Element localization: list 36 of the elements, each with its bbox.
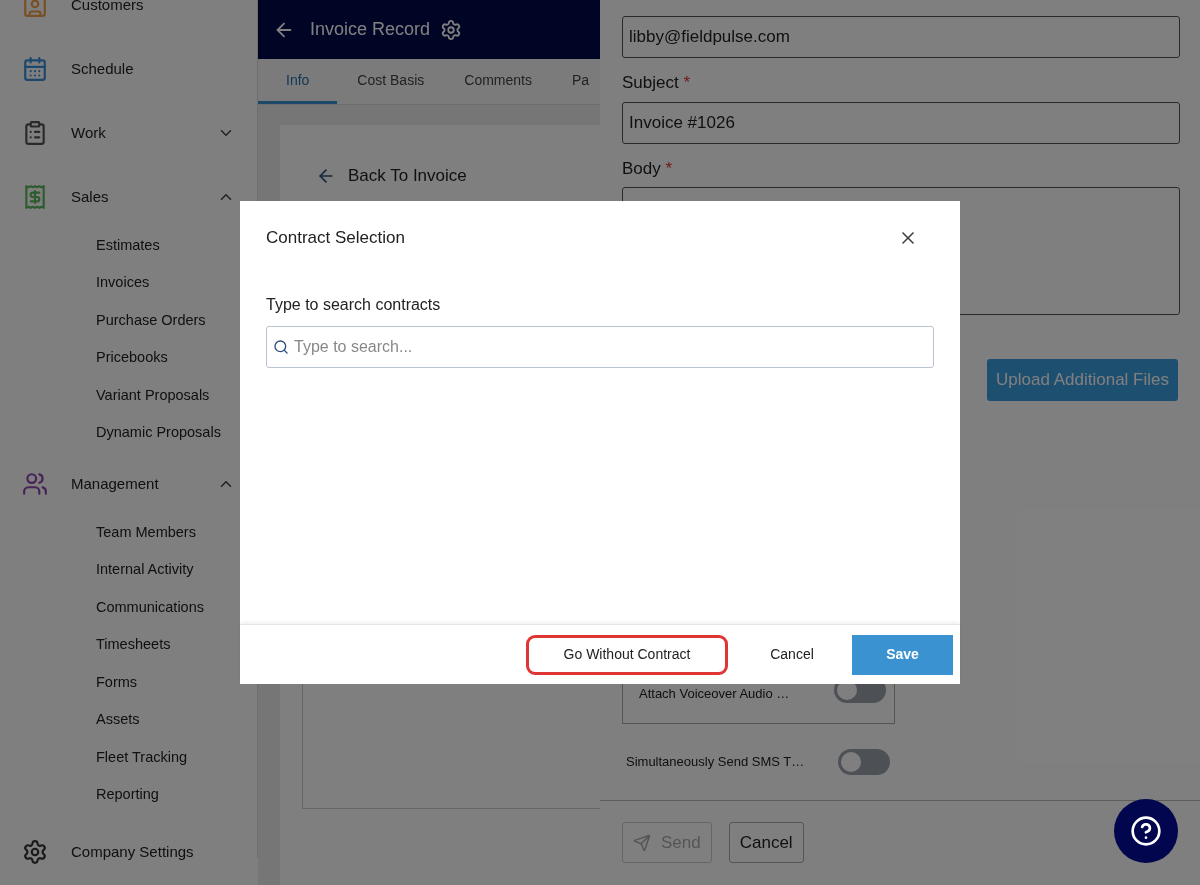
toggle-label: Simultaneously Send SMS T…	[626, 753, 806, 772]
back-link[interactable]: Back To Invoice	[316, 163, 467, 189]
sidebar-item[interactable]: Company Settings	[0, 820, 257, 884]
tab[interactable]: Comments	[444, 59, 552, 104]
search-label: Type to search contracts	[266, 294, 441, 315]
send-icon	[633, 833, 651, 852]
receipt-icon	[22, 184, 48, 210]
tab[interactable]: Pa	[551, 59, 600, 104]
sidebar-item[interactable]: Management	[0, 452, 257, 516]
settings-icon	[22, 839, 48, 865]
field-label: Subject *	[622, 72, 691, 94]
cancel-button[interactable]: Cancel	[728, 822, 804, 863]
sidebar-subitem[interactable]: Assets	[0, 701, 257, 739]
save-button[interactable]: Save	[852, 634, 953, 675]
field-label: Body *	[622, 157, 673, 180]
page-title: Invoice Record	[310, 18, 431, 42]
clipboard-icon	[22, 120, 48, 146]
recipient-field[interactable]: libby@fieldpulse.com	[622, 16, 1180, 58]
sidebar-item[interactable]: Work	[0, 101, 257, 165]
toggle-switch[interactable]	[838, 749, 890, 775]
settings-icon[interactable]	[440, 18, 463, 41]
tab[interactable]: Cost Basis	[337, 59, 445, 104]
help-icon	[1130, 815, 1162, 847]
sidebar-item[interactable]: Customers	[0, 0, 257, 37]
sidebar-subitem[interactable]: Reporting	[0, 776, 257, 814]
skip-contract-button[interactable]: Go Without Contract	[526, 634, 728, 675]
sidebar-item[interactable]: Sales	[0, 165, 257, 229]
calendar-icon	[22, 56, 48, 82]
sidebar-item[interactable]: Schedule	[0, 37, 257, 101]
subject-field[interactable]: Invoice #1026	[622, 101, 1180, 144]
dialog-title: Contract Selection	[266, 227, 405, 249]
search-icon	[273, 338, 289, 355]
people-icon	[22, 471, 48, 497]
sidebar-subitem[interactable]: Fleet Tracking	[0, 739, 257, 777]
search-field[interactable]: Type to search...	[266, 325, 934, 368]
toggle-label: Attach Voiceover Audio …	[639, 684, 791, 703]
